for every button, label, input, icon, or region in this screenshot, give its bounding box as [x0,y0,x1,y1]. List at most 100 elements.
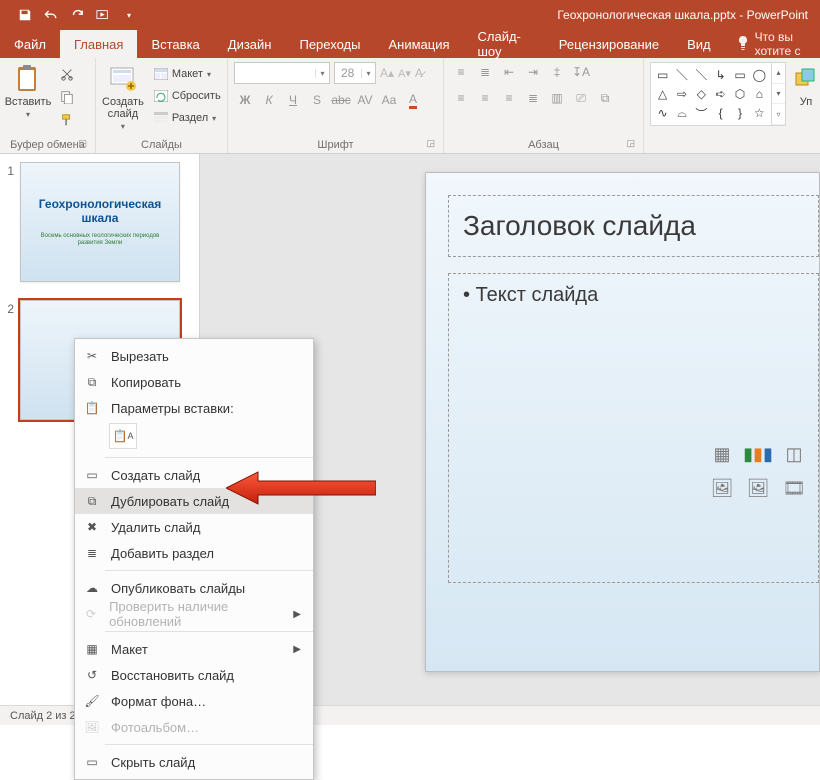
gallery-more-icon[interactable]: ▿ [772,104,785,125]
shape-textbox-icon[interactable]: ▭ [653,65,672,84]
gallery-down-icon[interactable]: ▾ [772,84,785,105]
reset-button[interactable]: Сбросить [150,86,225,106]
menu-layout[interactable]: ▦ Макет ▶ [75,636,313,662]
redo-icon[interactable] [64,1,90,29]
increase-indent-icon[interactable]: ⇥ [522,62,544,82]
shape-star-icon[interactable]: ☆ [750,104,769,123]
change-case-icon[interactable]: Aa [378,90,400,110]
menu-publish-slides[interactable]: ☁ Опубликовать слайды [75,575,313,601]
char-spacing-icon[interactable]: AV [354,90,376,110]
insert-table-icon[interactable]: ▦ [708,442,736,466]
font-family-combo[interactable]: ▾ [234,62,330,84]
shape-line2-icon[interactable]: ＼ [692,65,711,84]
menu-copy[interactable]: ⧉ Копировать [75,369,313,395]
dialog-launcher-icon[interactable]: ◲ [426,138,435,149]
chevron-right-icon: ▶ [293,609,301,620]
shape-hex-icon[interactable]: ⬡ [730,84,749,103]
insert-online-picture-icon[interactable]: 🖼 [744,476,772,500]
columns-icon[interactable]: ▥ [546,88,568,108]
menu-delete-slide[interactable]: ✖ Удалить слайд [75,514,313,540]
shape-triangle-icon[interactable]: △ [653,84,672,103]
insert-smartart-icon[interactable]: ◫ [780,442,808,466]
current-slide[interactable]: Заголовок слайда Текст слайда ▦ ▮▮▮ ◫ 🖼 … [425,172,820,672]
font-size-combo[interactable]: 28▾ [334,62,376,84]
tab-animations[interactable]: Анимация [374,30,463,58]
decrease-indent-icon[interactable]: ⇤ [498,62,520,82]
menu-restore-slide[interactable]: ↺ Восстановить слайд [75,662,313,688]
cut-icon[interactable] [56,64,78,84]
insert-picture-icon[interactable]: 🖼 [708,476,736,500]
bold-icon[interactable]: Ж [234,90,256,110]
format-painter-icon[interactable] [56,110,78,130]
paste-keep-source-icon[interactable]: 📋A [109,423,137,449]
insert-video-icon[interactable]: 🎞 [780,476,808,500]
align-right-icon[interactable]: ≡ [498,88,520,108]
dialog-launcher-icon[interactable]: ◲ [78,138,87,149]
tab-transitions[interactable]: Переходы [285,30,374,58]
tab-view[interactable]: Вид [673,30,725,58]
justify-icon[interactable]: ≣ [522,88,544,108]
new-slide-button[interactable]: Создать слайд ▾ [102,62,144,131]
gallery-scroll[interactable]: ▴ ▾ ▿ [772,62,786,126]
align-center-icon[interactable]: ≡ [474,88,496,108]
underline-icon[interactable]: Ч [282,90,304,110]
undo-icon[interactable] [38,1,64,29]
shapes-gallery[interactable]: ▭ ＼ ＼ ↳ ▭ ◯ △ ⇨ ◇ ➪ ⬡ ⌂ ∿ ⌓ ︶ { } [650,62,772,126]
shape-para-icon[interactable]: ⌓ [672,104,691,123]
thumbnail-1[interactable]: 1 Геохронологическая шкала Восемь основн… [4,162,191,282]
numbering-icon[interactable]: ≣ [474,62,496,82]
tab-home[interactable]: Главная [60,30,137,58]
tab-design[interactable]: Дизайн [214,30,286,58]
shape-arc-icon[interactable]: ︶ [692,104,711,123]
qat-customize-icon[interactable]: ▾ [116,1,142,29]
italic-icon[interactable]: К [258,90,280,110]
dialog-launcher-icon[interactable]: ◲ [626,138,635,149]
title-placeholder[interactable]: Заголовок слайда [448,195,819,257]
layout-button[interactable]: Макет▾ [150,64,225,84]
section-button[interactable]: Раздел▾ [150,108,225,128]
tab-insert[interactable]: Вставка [137,30,213,58]
font-color-icon[interactable]: A [402,90,424,110]
gallery-up-icon[interactable]: ▴ [772,63,785,84]
shape-brace-icon[interactable]: { [711,104,730,123]
shape-oval-icon[interactable]: ◯ [750,65,769,84]
save-icon[interactable] [12,1,38,29]
shape-brace2-icon[interactable]: } [730,104,749,123]
strikethrough-icon[interactable]: abc [330,90,352,110]
smartart-icon[interactable]: ⧉ [594,88,616,108]
menu-format-background[interactable]: 🖌 Формат фона… [75,688,313,714]
shadow-icon[interactable]: S [306,90,328,110]
tab-file[interactable]: Файл [0,30,60,58]
thumb-preview-1[interactable]: Геохронологическая шкала Восемь основных… [20,162,180,282]
tell-me-search[interactable]: Что вы хотите с [737,30,820,58]
align-left-icon[interactable]: ≡ [450,88,472,108]
align-text-icon[interactable]: ⎚ [570,88,592,108]
shape-callout-icon[interactable]: ⌂ [750,84,769,103]
menu-cut[interactable]: ✂ Вырезать [75,343,313,369]
copy-icon[interactable] [56,87,78,107]
shape-connector-icon[interactable]: ↳ [711,65,730,84]
decrease-font-icon[interactable]: A▾ [398,67,411,80]
shape-line-icon[interactable]: ＼ [672,65,691,84]
shape-curve-icon[interactable]: ∿ [653,104,672,123]
paste-button[interactable]: Вставить ▾ [6,62,50,119]
tab-review[interactable]: Рецензирование [545,30,673,58]
tab-slideshow[interactable]: Слайд-шоу [464,30,545,58]
shape-rect-icon[interactable]: ▭ [730,65,749,84]
clear-formatting-icon[interactable]: A̷ [415,66,423,80]
menu-hide-slide[interactable]: ▭ Скрыть слайд [75,749,313,775]
status-slide-count[interactable]: Слайд 2 из 2 [10,710,76,722]
increase-font-icon[interactable]: A▴ [380,66,394,80]
shape-rarrow-icon[interactable]: ⇨ [672,84,691,103]
arrange-button[interactable]: Уп [792,62,820,108]
start-from-beginning-icon[interactable] [90,1,116,29]
line-spacing-icon[interactable]: ‡ [546,62,568,82]
text-direction-icon[interactable]: ↧A [570,62,592,82]
group-label-paragraph: Абзац ◲ [450,137,637,151]
insert-chart-icon[interactable]: ▮▮▮ [744,442,772,466]
shape-arrow-icon[interactable]: ➪ [711,84,730,103]
body-placeholder[interactable]: Текст слайда ▦ ▮▮▮ ◫ 🖼 🖼 🎞 [448,273,819,583]
bullets-icon[interactable]: ≡ [450,62,472,82]
shape-diamond-icon[interactable]: ◇ [692,84,711,103]
menu-add-section[interactable]: ≣ Добавить раздел [75,540,313,566]
